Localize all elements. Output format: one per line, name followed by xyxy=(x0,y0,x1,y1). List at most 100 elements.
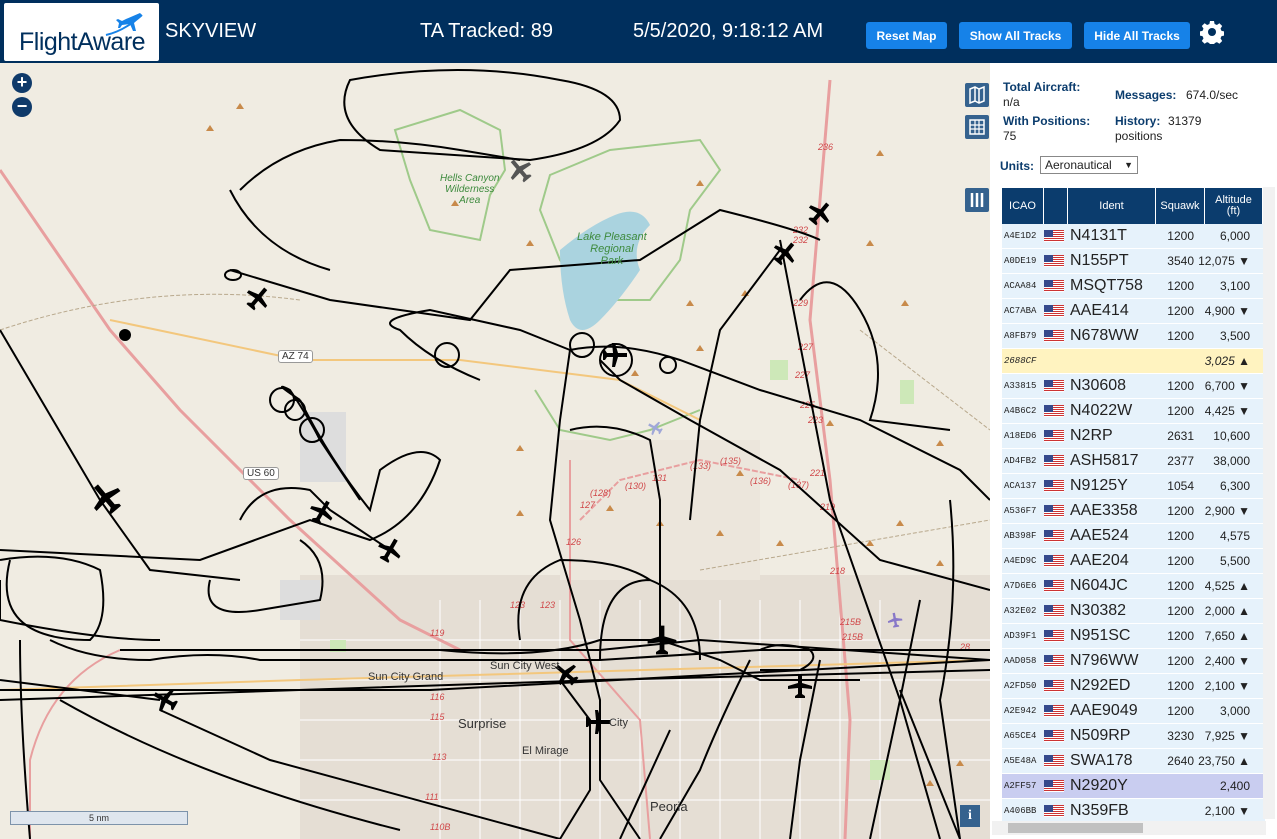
hide-all-tracks-button[interactable]: Hide All Tracks xyxy=(1084,22,1190,49)
table-row[interactable]: AC7ABA AAE414 1200 4,900 ▼ xyxy=(1002,299,1265,324)
ident-cell: N951SC xyxy=(1070,627,1131,644)
table-row[interactable]: AD4FB2 ASH5817 2377 38,000 xyxy=(1002,449,1265,474)
squawk-cell: 1200 xyxy=(1167,579,1194,593)
svg-text:227: 227 xyxy=(794,370,811,380)
table-row[interactable]: AB398F AAE524 1200 4,575 xyxy=(1002,524,1265,549)
vertical-scrollbar[interactable] xyxy=(1263,187,1275,819)
icao-cell: A5E48A xyxy=(1004,756,1037,766)
svg-text:236: 236 xyxy=(817,142,833,152)
flag-cell xyxy=(1044,580,1068,592)
table-row[interactable]: A536F7 AAE3358 1200 2,900 ▼ xyxy=(1002,499,1265,524)
table-row[interactable]: A8FB79 N678WW 1200 3,500 xyxy=(1002,324,1265,349)
table-row[interactable]: AD39F1 N951SC 1200 7,650 ▲ xyxy=(1002,624,1265,649)
squawk-cell: 1200 xyxy=(1167,404,1194,418)
table-row[interactable]: ACA137 N9125Y 1054 6,300 xyxy=(1002,474,1265,499)
scrollbar-thumb[interactable] xyxy=(1008,823,1143,833)
us-flag-icon xyxy=(1044,505,1064,517)
dirt-roads xyxy=(0,293,990,571)
aircraft-table[interactable]: ICAO Ident Squawk Altitude (ft) A4E1D2 N4… xyxy=(1002,188,1265,824)
svg-text:221: 221 xyxy=(809,468,825,478)
altitude-cell: 2,100 ▼ xyxy=(1204,679,1250,693)
squawk-cell: 1200 xyxy=(1167,329,1194,343)
ident-cell: AAE9049 xyxy=(1070,702,1138,719)
industrial-area xyxy=(300,412,346,482)
squawk-cell: 1200 xyxy=(1167,654,1194,668)
svg-text:(130): (130) xyxy=(625,481,646,491)
col-altitude[interactable]: Altitude (ft) xyxy=(1205,188,1263,224)
urban-area xyxy=(300,575,990,839)
flag-cell xyxy=(1044,705,1068,717)
reset-map-button[interactable]: Reset Map xyxy=(866,22,947,49)
ident-cell: N9125Y xyxy=(1070,477,1128,494)
ident-cell: N4022W xyxy=(1070,402,1133,419)
app-name: SKYVIEW xyxy=(165,20,257,42)
squawk-cell: 1200 xyxy=(1167,504,1194,518)
table-row[interactable]: ACAA84 MSQT758 1200 3,100 xyxy=(1002,274,1265,299)
us-flag-icon xyxy=(1044,730,1064,742)
zoom-in-button[interactable]: + xyxy=(12,73,32,93)
col-ident[interactable]: Ident xyxy=(1068,188,1156,224)
flag-cell xyxy=(1044,505,1068,517)
table-row[interactable]: A5E48A SWA178 2640 23,750 ▲ xyxy=(1002,749,1265,774)
col-flag[interactable] xyxy=(1044,188,1068,224)
map-view[interactable]: 236 232 232 229 227 227 225 223 221 219 218 215B… xyxy=(0,63,990,839)
table-row[interactable]: A18ED6 N2RP 2631 10,600 xyxy=(1002,424,1265,449)
us-flag-icon xyxy=(1044,455,1064,467)
us-flag-icon xyxy=(1044,255,1064,267)
squawk-cell: 1200 xyxy=(1167,279,1194,293)
lake-pleasant xyxy=(560,211,650,330)
squawk-cell: 1200 xyxy=(1167,529,1194,543)
flag-cell xyxy=(1044,305,1068,317)
table-row[interactable]: A32E02 N30382 1200 2,000 ▲ xyxy=(1002,599,1265,624)
table-row[interactable]: A7D6E6 N604JC 1200 4,525 ▲ xyxy=(1002,574,1265,599)
icao-cell: A18ED6 xyxy=(1004,431,1037,441)
scale-bar: 5 nm xyxy=(10,811,188,825)
altitude-cell: 7,925 ▼ xyxy=(1204,729,1250,743)
altitude-cell: 4,525 ▲ xyxy=(1204,579,1250,593)
svg-text:(135): (135) xyxy=(720,456,741,466)
map-layers-button[interactable] xyxy=(965,83,989,107)
squawk-cell: 1200 xyxy=(1167,304,1194,318)
aircraft-icon[interactable] xyxy=(374,534,407,567)
us-flag-icon xyxy=(1044,230,1064,242)
table-row[interactable]: 2688CF 3,025 ▲ xyxy=(1002,349,1265,374)
table-row[interactable]: A2FF57 N2920Y 2,400 xyxy=(1002,774,1265,799)
az-74-shield: AZ 74 xyxy=(278,350,313,363)
icao-cell: AC7ABA xyxy=(1004,306,1037,316)
table-row[interactable]: A4ED9C AAE204 1200 5,500 xyxy=(1002,549,1265,574)
units-select[interactable]: Aeronautical ▼ xyxy=(1040,156,1138,174)
table-row[interactable]: A2E942 AAE9049 1200 3,000 xyxy=(1002,699,1265,724)
flightaware-logo[interactable]: FlightAware xyxy=(4,3,159,61)
table-row[interactable]: A4E1D2 N4131T 1200 6,000 xyxy=(1002,224,1265,249)
grid-toggle-button[interactable] xyxy=(965,115,989,139)
ident-cell: N30382 xyxy=(1070,602,1127,619)
gear-icon[interactable] xyxy=(1200,20,1224,44)
sun-city-grand-label: Sun City Grand xyxy=(368,671,444,683)
svg-text:110B: 110B xyxy=(430,822,450,832)
us-flag-icon xyxy=(1044,755,1064,767)
flag-cell xyxy=(1044,280,1068,292)
show-all-tracks-button[interactable]: Show All Tracks xyxy=(959,22,1072,49)
grid-icon xyxy=(969,119,985,135)
svg-text:215B: 215B xyxy=(839,617,861,627)
squawk-cell: 1200 xyxy=(1167,379,1194,393)
col-squawk[interactable]: Squawk xyxy=(1156,188,1205,224)
zoom-out-button[interactable]: − xyxy=(12,97,32,117)
receiver-location-marker[interactable] xyxy=(119,329,131,341)
column-toggle-button[interactable] xyxy=(965,188,989,212)
table-row[interactable]: A65CE4 N509RP 3230 7,925 ▼ xyxy=(1002,724,1265,749)
icao-cell: A33815 xyxy=(1004,381,1037,391)
table-row[interactable]: A4B6C2 N4022W 1200 4,425 ▼ xyxy=(1002,399,1265,424)
info-button[interactable]: i xyxy=(960,805,980,827)
flag-cell xyxy=(1044,555,1068,567)
ident-cell: N796WW xyxy=(1070,652,1139,669)
table-row[interactable]: A2FD50 N292ED 1200 2,100 ▼ xyxy=(1002,674,1265,699)
aircraft-icon[interactable] xyxy=(645,418,665,438)
col-icao[interactable]: ICAO xyxy=(1002,188,1044,224)
table-row[interactable]: A33815 N30608 1200 6,700 ▼ xyxy=(1002,374,1265,399)
aircraft-icon[interactable] xyxy=(241,281,275,315)
ident-cell: AAE204 xyxy=(1070,552,1129,569)
svg-text:127: 127 xyxy=(580,500,596,510)
table-row[interactable]: A0DE19 N155PT 3540 12,075 ▼ xyxy=(1002,249,1265,274)
table-row[interactable]: AAD058 N796WW 1200 2,400 ▼ xyxy=(1002,649,1265,674)
